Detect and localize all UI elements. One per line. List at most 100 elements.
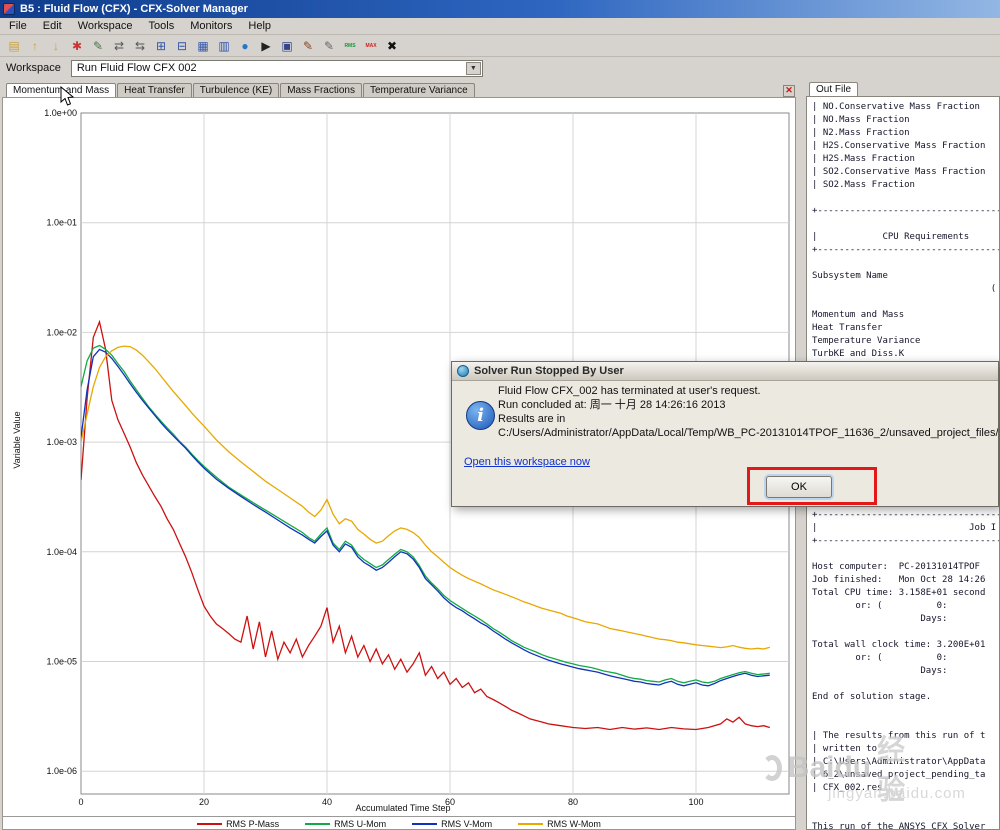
workspace-row: Workspace Run Fluid Flow CFX 002 ▼ xyxy=(0,57,1000,79)
tab-turbulence-ke[interactable]: Turbulence (KE) xyxy=(192,83,280,97)
info-icon: i xyxy=(466,401,495,430)
out-file-line xyxy=(812,548,999,561)
workspace-label: Workspace xyxy=(6,62,61,74)
out-file-line: | NO.Mass Fraction xyxy=(812,115,910,125)
out-file-line xyxy=(812,808,999,821)
out-file-line: | C:\Users\Administrator\AppData xyxy=(812,757,986,767)
rms-residual-icon[interactable]: RMS xyxy=(340,37,360,55)
out-file-line: +---------------------------------- xyxy=(812,206,1000,216)
edit-run-icon[interactable]: ✎ xyxy=(88,37,108,55)
stop-run-icon[interactable]: ✖ xyxy=(382,37,402,55)
legend-item-rms-u-mom: RMS U-Mom xyxy=(305,819,386,829)
new-monitor-icon[interactable]: ▤ xyxy=(4,37,24,55)
export-solver-icon[interactable]: ⇆ xyxy=(130,37,150,55)
rms-p-mass-swatch xyxy=(197,823,223,825)
open-workspace-link[interactable]: Open this workspace now xyxy=(464,456,590,468)
cfx-solver-manager-window: { "window": { "title": "B5 : Fluid Flow … xyxy=(0,0,1000,830)
start-run-icon[interactable]: ▶ xyxy=(256,37,276,55)
import-solver-icon[interactable]: ⇄ xyxy=(109,37,129,55)
open-run-icon[interactable]: ↑ xyxy=(25,37,45,55)
out-file-line: Days: xyxy=(812,666,948,676)
workspace-selected-value: Run Fluid Flow CFX 002 xyxy=(76,62,197,74)
legend-label: RMS V-Mom xyxy=(441,819,493,829)
menu-monitors[interactable]: Monitors xyxy=(183,19,239,33)
out-file-line: | H2S.Mass Fraction xyxy=(812,154,915,164)
ok-button[interactable]: OK xyxy=(766,476,832,498)
out-file-line: Subsystem Name xyxy=(812,271,888,281)
out-file-line: | CFX_002.res xyxy=(812,783,883,793)
out-file-line: End of solution stage. xyxy=(812,692,932,702)
monitor-table-icon[interactable]: ⊟ xyxy=(172,37,192,55)
out-file-line: Momentum and Mass xyxy=(812,310,905,320)
dialog-titlebar[interactable]: Solver Run Stopped By User xyxy=(452,362,998,381)
edit-report-icon[interactable]: ✎ xyxy=(319,37,339,55)
chart-x-axis-label: Accumulated Time Step xyxy=(355,803,451,813)
x-tick-label: 0 xyxy=(78,797,83,807)
dialog-text-line: C:/Users/Administrator/AppData/Local/Tem… xyxy=(498,427,999,439)
out-file-line: | written to xyxy=(812,744,878,754)
legend-label: RMS P-Mass xyxy=(226,819,280,829)
out-file-line: Total CPU time: 3.158E+01 second xyxy=(812,588,986,598)
chart-layout-icon[interactable]: ▥ xyxy=(214,37,234,55)
dialog-body: i Fluid Flow CFX_002 has terminated at u… xyxy=(452,381,999,506)
dialog-text-line: Fluid Flow CFX_002 has terminated at use… xyxy=(498,385,761,397)
legend-item-rms-w-mom: RMS W-Mom xyxy=(518,819,601,829)
menu-file[interactable]: File xyxy=(2,19,34,33)
legend-item-rms-v-mom: RMS V-Mom xyxy=(412,819,492,829)
out-file-line: or: ( 0: xyxy=(812,653,948,663)
out-file-line xyxy=(812,626,999,639)
out-file-line: Days: xyxy=(812,614,948,624)
rms-w-mom-swatch xyxy=(518,823,544,825)
edit-plot-icon[interactable]: ✎ xyxy=(298,37,318,55)
out-file-line: | NO.Conservative Mass Fraction xyxy=(812,102,980,112)
out-file-line: | SO2.Conservative Mass Fraction xyxy=(812,167,986,177)
save-icon[interactable]: ▣ xyxy=(277,37,297,55)
out-file-line: +---------------------------------- xyxy=(812,245,1000,255)
out-file-line: Temperature Variance xyxy=(812,336,921,346)
out-file-line: Total wall clock time: 3.200E+01 xyxy=(812,640,986,650)
menu-help[interactable]: Help xyxy=(241,19,278,33)
out-file-line: | N2.Mass Fraction xyxy=(812,128,910,138)
chart-y-axis-label: Variable Value xyxy=(12,411,22,469)
out-file-line: | H2S.Conservative Mass Fraction xyxy=(812,141,986,151)
y-tick-label: 1.0e-04 xyxy=(46,547,77,557)
workspace-select[interactable]: Run Fluid Flow CFX 002 ▼ xyxy=(70,59,483,77)
legend-label: RMS U-Mom xyxy=(334,819,387,829)
out-file-line: | 6_2\unsaved_project_pending_ta xyxy=(812,770,986,780)
tab-out-file[interactable]: Out File xyxy=(809,82,859,97)
out-file-line xyxy=(812,717,999,730)
tab-temperature-variance[interactable]: Temperature Variance xyxy=(362,83,475,97)
dialog-message: Fluid Flow CFX_002 has terminated at use… xyxy=(498,384,999,440)
y-tick-label: 1.0e-01 xyxy=(46,218,77,228)
y-tick-label: 1.0e-03 xyxy=(46,437,77,447)
menu-edit[interactable]: Edit xyxy=(36,19,69,33)
out-file-text-top: | NO.Conservative Mass Fraction | NO.Mass… xyxy=(812,101,1000,374)
out-file-line xyxy=(812,192,999,205)
out-file-line xyxy=(812,296,999,309)
menu-workspace[interactable]: Workspace xyxy=(71,19,140,33)
legend-item-rms-p-mass: RMS P-Mass xyxy=(197,819,279,829)
y-tick-label: 1.0e+00 xyxy=(44,108,77,118)
tab-heat-transfer[interactable]: Heat Transfer xyxy=(117,83,192,97)
y-tick-label: 1.0e-06 xyxy=(46,766,77,776)
chevron-down-icon[interactable]: ▼ xyxy=(465,61,481,75)
report-icon[interactable]: ▦ xyxy=(193,37,213,55)
y-tick-label: 1.0e-02 xyxy=(46,327,77,337)
define-run-icon[interactable]: ✱ xyxy=(67,37,87,55)
rms-u-mom-swatch xyxy=(305,823,331,825)
save-run-icon[interactable]: ↓ xyxy=(46,37,66,55)
monitor-grid-icon[interactable]: ⊞ xyxy=(151,37,171,55)
out-file-line xyxy=(812,704,999,717)
out-file-line: Job finished: Mon Oct 28 14:26 xyxy=(812,575,986,585)
globe-icon[interactable]: ● xyxy=(235,37,255,55)
out-file-line xyxy=(812,257,999,270)
titlebar[interactable]: B5 : Fluid Flow (CFX) - CFX-Solver Manag… xyxy=(0,0,1000,18)
out-file-line: Host computer: PC-20131014TPOF xyxy=(812,562,980,572)
close-monitor-button[interactable]: ✕ xyxy=(783,85,795,97)
out-file-line: | Job I xyxy=(812,523,997,533)
menu-tools[interactable]: Tools xyxy=(142,19,182,33)
out-file-line xyxy=(812,795,999,808)
legend-label: RMS W-Mom xyxy=(547,819,601,829)
tab-mass-fractions[interactable]: Mass Fractions xyxy=(280,83,362,97)
max-residual-icon[interactable]: MAX xyxy=(361,37,381,55)
